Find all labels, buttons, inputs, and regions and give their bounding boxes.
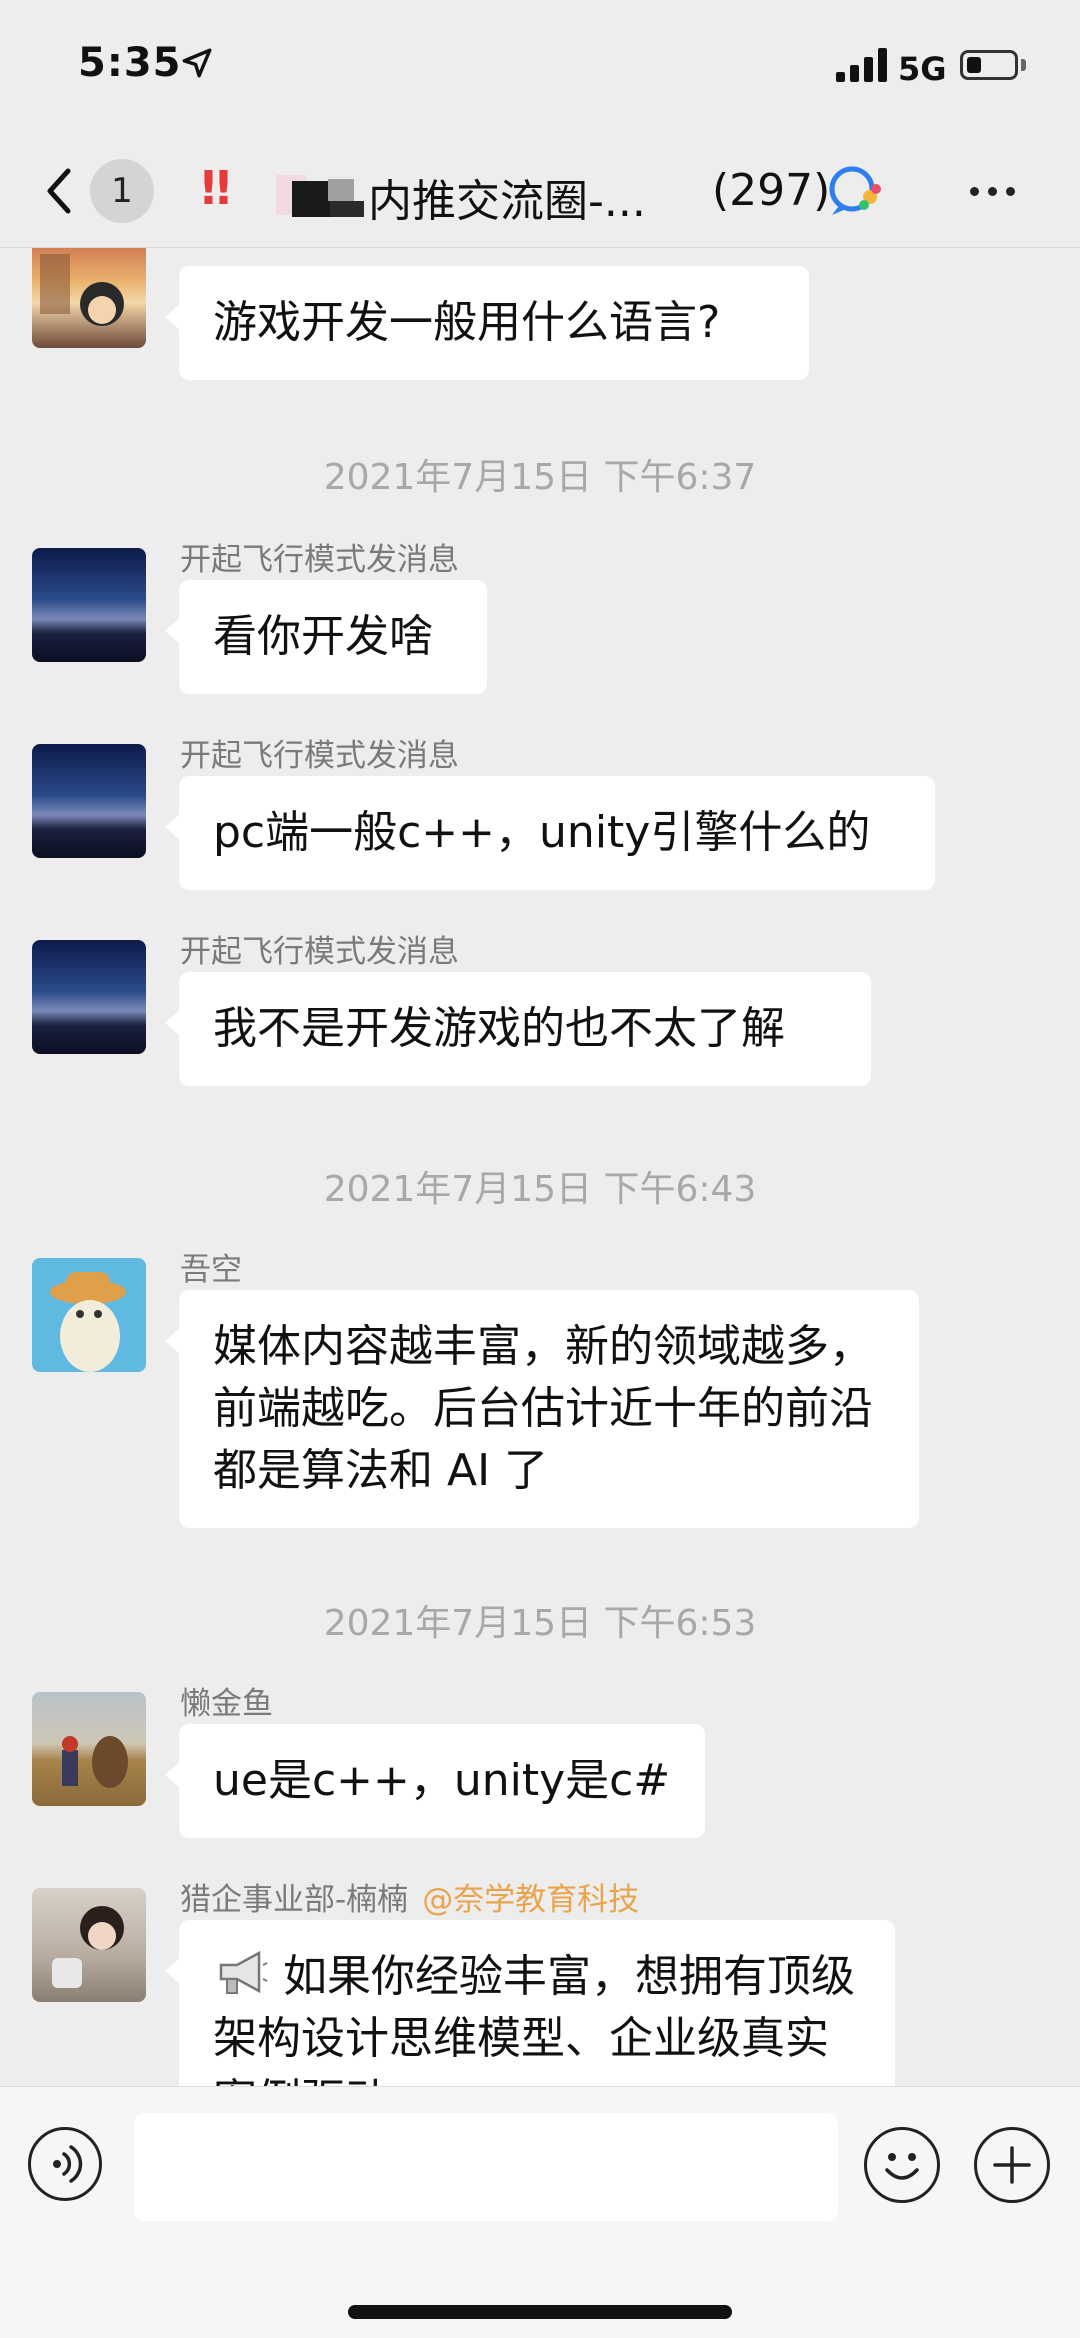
ellipsis-icon[interactable] [970, 181, 1024, 200]
message-bubble[interactable]: 游戏开发一般用什么语言? [165, 266, 809, 380]
message-text: 如果你经验丰富，想拥有顶级架构设计思维模型、企业级真实案例驱动， [213, 1951, 855, 2086]
sender-name: 懒金鱼 [180, 1686, 273, 1722]
blurred-name-icon [270, 175, 370, 219]
battery-tip [1021, 59, 1026, 71]
mention-link[interactable]: @奈学教育科技 [422, 1882, 639, 1918]
message-bubble[interactable]: pc端一般c++，unity引擎什么的 [165, 776, 935, 890]
timestamp-divider: 2021年7月15日 下午6:53 [323, 1603, 757, 1644]
message-bubble[interactable]: 看你开发啥 [165, 580, 487, 694]
message-input[interactable] [134, 2113, 838, 2221]
avatar[interactable] [32, 1692, 146, 1806]
status-time: 5:35 [78, 40, 182, 86]
group-title[interactable]: 内推交流圈-... [368, 165, 646, 229]
status-bar: 5:35 5G [0, 0, 1080, 135]
avatar[interactable] [32, 1258, 146, 1372]
sender-name: 猎企事业部-楠楠 @奈学教育科技 [180, 1874, 639, 1919]
chevron-left-icon[interactable] [40, 165, 80, 217]
message-bubble[interactable]: ue是c++，unity是c# [165, 1724, 705, 1838]
unread-count-badge[interactable]: 1 [90, 159, 154, 223]
timestamp-divider: 2021年7月15日 下午6:43 [323, 1169, 757, 1210]
battery-icon [960, 50, 1018, 80]
member-count: (297) [712, 165, 831, 216]
voice-icon[interactable] [28, 2127, 102, 2201]
message-list[interactable]: 游戏开发一般用什么语言? 2021年7月15日 下午6:37 开起飞行模式发消息… [0, 248, 1080, 2086]
plus-icon[interactable] [974, 2127, 1050, 2203]
double-exclamation-icon: !! [198, 161, 234, 215]
sender-name: 开起飞行模式发消息 [180, 738, 459, 774]
cellular-signal-icon [836, 48, 887, 82]
sender-name: 开起飞行模式发消息 [180, 542, 459, 578]
location-arrow-icon [182, 48, 212, 78]
message-bubble[interactable]: 如果你经验丰富，想拥有顶级架构设计思维模型、企业级真实案例驱动， [165, 1920, 895, 2086]
avatar[interactable] [32, 548, 146, 662]
megaphone-icon [219, 1950, 268, 1994]
avatar[interactable] [32, 248, 146, 348]
message-bubble[interactable]: 我不是开发游戏的也不太了解 [165, 972, 871, 1086]
input-bar [0, 2086, 1080, 2338]
avatar[interactable] [32, 940, 146, 1054]
sender-name: 吾空 [180, 1252, 242, 1288]
avatar[interactable] [32, 744, 146, 858]
emoji-icon[interactable] [864, 2127, 940, 2203]
chat-header: 1 !! 内推交流圈-... (297) [0, 135, 1080, 248]
message-bubble[interactable]: 媒体内容越丰富，新的领域越多，前端越吃。后台估计近十年的前沿都是算法和 AI 了 [165, 1290, 919, 1528]
timestamp-divider: 2021年7月15日 下午6:37 [323, 457, 757, 498]
chat-search-icon[interactable] [826, 163, 886, 219]
home-indicator [348, 2305, 732, 2319]
network-type: 5G [898, 50, 947, 88]
sender-name-text: 猎企事业部-楠楠 [180, 1882, 409, 1918]
sender-name: 开起飞行模式发消息 [180, 934, 459, 970]
avatar[interactable] [32, 1888, 146, 2002]
